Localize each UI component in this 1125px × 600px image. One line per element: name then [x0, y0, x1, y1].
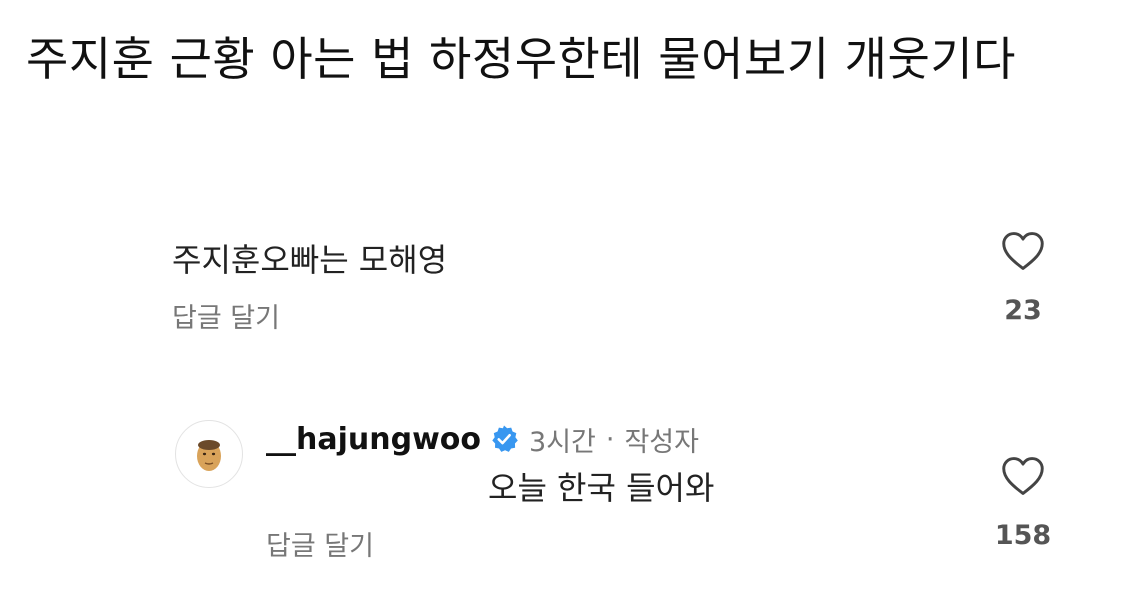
- comment-time: 3시간: [529, 426, 596, 458]
- username[interactable]: __hajungwoo: [266, 422, 481, 457]
- like-count: 158: [994, 520, 1052, 551]
- comment-text: 오늘 한국 들어와: [488, 469, 715, 507]
- reply-button[interactable]: 답글 달기: [172, 302, 280, 336]
- like-control: 23: [993, 230, 1053, 328]
- like-count: 23: [1004, 295, 1042, 326]
- reply-header: __hajungwoo 3시간 · 작성자: [266, 419, 699, 459]
- reply-button[interactable]: 답글 달기: [266, 530, 374, 564]
- heart-outline-icon[interactable]: [1001, 455, 1045, 497]
- comment-text: 주지훈오빠는 모해영: [172, 241, 448, 279]
- heart-outline-icon[interactable]: [1001, 230, 1045, 272]
- verified-badge-icon: [492, 425, 518, 452]
- meta-separator: ·: [605, 423, 615, 455]
- avatar-face-icon: [197, 440, 221, 471]
- like-control: 158: [993, 455, 1053, 553]
- author-label: 작성자: [624, 426, 699, 458]
- post-title: 주지훈 근황 아는 법 하정우한테 물어보기 개웃기다: [26, 32, 1016, 86]
- avatar[interactable]: [175, 420, 243, 488]
